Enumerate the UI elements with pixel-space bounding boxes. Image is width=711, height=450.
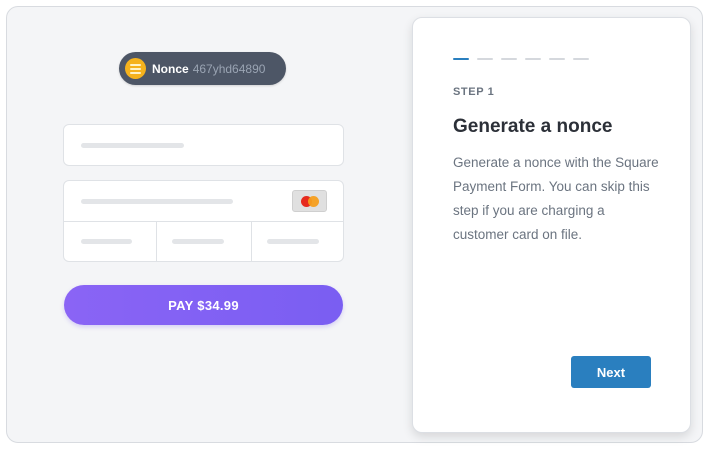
step-label: STEP 1 [453,86,495,98]
progress-segment [501,58,517,60]
cvv-field[interactable] [157,222,251,262]
cardholder-field[interactable] [63,124,344,166]
placeholder-bar [81,199,233,204]
step-progress-indicator [453,58,589,60]
mastercard-icon [292,190,327,212]
coin-icon [125,58,146,79]
step-title: Generate a nonce [453,116,613,137]
postal-code-field[interactable] [252,222,344,262]
step-panel: STEP 1 Generate a nonce Generate a nonce… [412,17,691,433]
nonce-label: Nonce [152,61,189,76]
next-button[interactable]: Next [571,356,651,388]
pay-button[interactable]: PAY $34.99 [64,285,343,325]
nonce-value: 467yhd64890 [192,61,266,76]
progress-segment [525,58,541,60]
progress-segment [549,58,565,60]
expiration-field[interactable] [64,222,156,262]
card-details-fieldset [63,180,344,262]
placeholder-bar [81,239,132,244]
progress-segment-active [453,58,469,60]
step-description: Generate a nonce with the Square Payment… [453,155,659,242]
card-number-field[interactable] [64,181,343,221]
placeholder-bar [267,239,319,244]
progress-segment [477,58,493,60]
placeholder-bar [81,143,184,148]
placeholder-bar [172,239,224,244]
progress-segment [573,58,589,60]
nonce-badge: Nonce 467yhd64890 [119,52,286,85]
